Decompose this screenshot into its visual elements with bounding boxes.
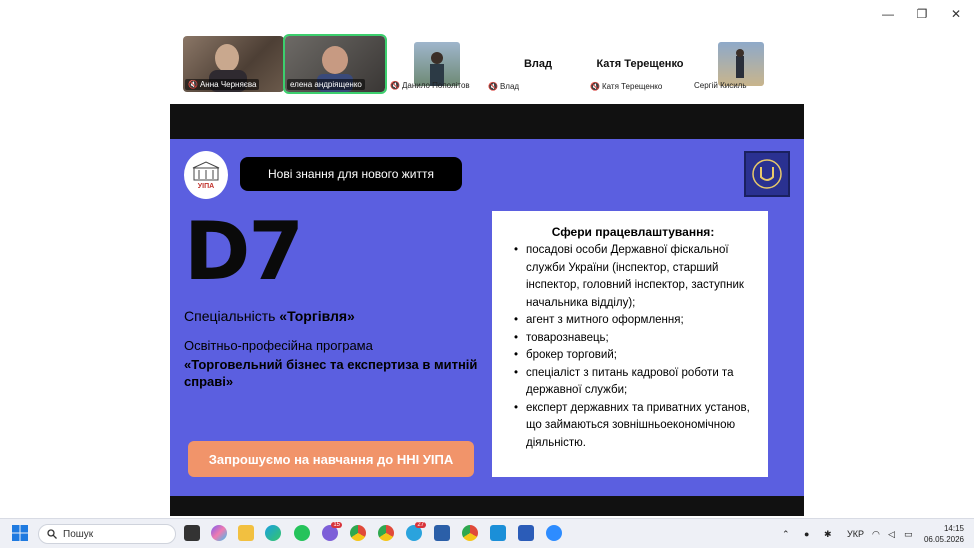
tray-bluetooth-icon[interactable]: ✱ (824, 519, 832, 548)
invite-button[interactable]: Запрошуємо на навчання до ННІ УІПА (188, 441, 474, 477)
slogan-pill: Нові знання для нового життя (240, 157, 462, 191)
zoom-window: — ❐ ✕ 🔇 Анна Черняєва елена андріященко 🔇… (0, 0, 974, 548)
word-icon[interactable] (518, 525, 534, 541)
specialty-line: Спеціальність «Торгівля» (184, 308, 355, 324)
building-icon (192, 161, 220, 181)
battery-icon[interactable]: ▭ (904, 519, 913, 548)
logo-label: УІПА (197, 183, 215, 190)
tray-app-icon[interactable]: ● (804, 519, 809, 548)
list-item: спеціаліст з питань кадрової роботи та д… (514, 365, 752, 400)
shared-screen: УІПА Нові знання для нового життя D7 Спе… (170, 104, 804, 516)
university-logo: УІПА (184, 151, 228, 199)
monitor-app-icon[interactable] (490, 525, 506, 541)
participant-name: Анна Черняєва (199, 80, 257, 89)
employment-card: Сфери працевлаштування: посадові особи Д… (492, 211, 768, 477)
participant-tile-4[interactable]: Влад 🔇 Влад (488, 36, 588, 92)
store-icon[interactable] (434, 525, 450, 541)
presentation-slide: УІПА Нові знання для нового життя D7 Спе… (170, 139, 804, 496)
participant-avatar-3[interactable] (414, 42, 460, 86)
participant-caption: елена андріященко (287, 79, 365, 90)
specialty-name: «Торгівля» (279, 308, 355, 324)
copilot-icon[interactable] (211, 525, 227, 541)
list-item: посадові особи Державної фіскальної служ… (514, 242, 752, 312)
participant-caption-3: 🔇 Данило Пополітов (390, 81, 470, 90)
participant-caption: 🔇 Анна Черняєва (185, 79, 260, 90)
chrome-icon[interactable] (350, 525, 366, 541)
notification-badge: 15 (331, 522, 342, 528)
search-icon (47, 529, 57, 539)
zoom-icon[interactable] (546, 525, 562, 541)
windows-start-icon[interactable] (12, 525, 28, 541)
participant-name: елена андріященко (290, 80, 362, 89)
participant-tile-2-speaking[interactable]: елена андріященко (283, 34, 387, 94)
avatar (736, 49, 744, 78)
chrome-profile-icon[interactable] (378, 525, 394, 541)
search-placeholder: Пошук (63, 528, 94, 540)
participant-name: Данило Пополітов (401, 81, 470, 90)
program-name: «Торговельний бізнес та експертиза в мит… (184, 357, 478, 389)
participant-caption: 🔇 Влад (488, 82, 519, 91)
participant-name-large: Катя Терещенко (596, 58, 684, 70)
clock-date: 06.05.2026 (923, 535, 964, 544)
participant-name: Влад (499, 82, 520, 91)
specialty-code: D7 (184, 205, 304, 298)
edge-icon[interactable] (265, 525, 281, 541)
windows-taskbar: Пошук 15 27 ⌃ ● ✱ УКР ◠ ◁ ▭ 14:15 06.05.… (0, 518, 974, 548)
volume-icon[interactable]: ◁ (888, 519, 895, 548)
participant-caption-6: Сергій Кисиль (694, 81, 747, 90)
specialty-prefix: Спеціальність (184, 308, 280, 324)
avatar (430, 52, 444, 86)
mic-off-icon: 🔇 (390, 81, 400, 90)
mic-off-icon: 🔇 (188, 80, 198, 89)
participant-tile-1[interactable]: 🔇 Анна Черняєва (183, 36, 284, 92)
list-item: брокер торговий; (514, 347, 752, 365)
system-clock[interactable]: 14:15 06.05.2026 (924, 523, 964, 545)
file-explorer-icon[interactable] (238, 525, 254, 541)
wifi-icon[interactable]: ◠ (872, 519, 880, 548)
minimize-button[interactable]: — (878, 4, 898, 24)
close-button[interactable]: ✕ (946, 4, 966, 24)
clock-time: 14:15 (943, 524, 964, 533)
restore-button[interactable]: ❐ (912, 4, 932, 24)
mic-off-icon: 🔇 (488, 82, 498, 91)
participant-caption: 🔇 Катя Терещенко (590, 82, 662, 91)
list-item: експерт державних та приватних установ, … (514, 400, 752, 453)
mic-off-icon: 🔇 (590, 82, 600, 91)
list-item: товарознавець; (514, 330, 752, 348)
notification-badge: 27 (415, 522, 426, 528)
taskbar-search[interactable]: Пошук (38, 524, 176, 544)
card-title: Сфери працевлаштування: (551, 225, 715, 239)
task-view-icon[interactable] (184, 525, 200, 541)
window-controls: — ❐ ✕ (878, 4, 966, 24)
tray-chevron-icon[interactable]: ⌃ (782, 519, 790, 548)
employment-list: посадові особи Державної фіскальної служ… (514, 242, 752, 452)
participant-name: Сергій Кисиль (694, 81, 747, 90)
viber-icon[interactable]: 15 (322, 522, 342, 541)
participant-avatar-6[interactable] (718, 42, 764, 86)
chrome-app-icon[interactable] (462, 525, 478, 541)
participant-name-large: Влад (523, 58, 553, 70)
telegram-icon[interactable]: 27 (406, 522, 426, 541)
list-item: агент з митного оформлення; (514, 312, 752, 330)
institute-emblem (744, 151, 790, 197)
emblem-icon (752, 159, 782, 189)
participant-name: Катя Терещенко (601, 82, 663, 91)
language-indicator[interactable]: УКР (847, 519, 864, 548)
participant-tile-5[interactable]: Катя Терещенко 🔇 Катя Терещенко (590, 36, 690, 92)
program-type: Освітньо-професійна програма (184, 338, 373, 353)
whatsapp-icon[interactable] (294, 525, 310, 541)
